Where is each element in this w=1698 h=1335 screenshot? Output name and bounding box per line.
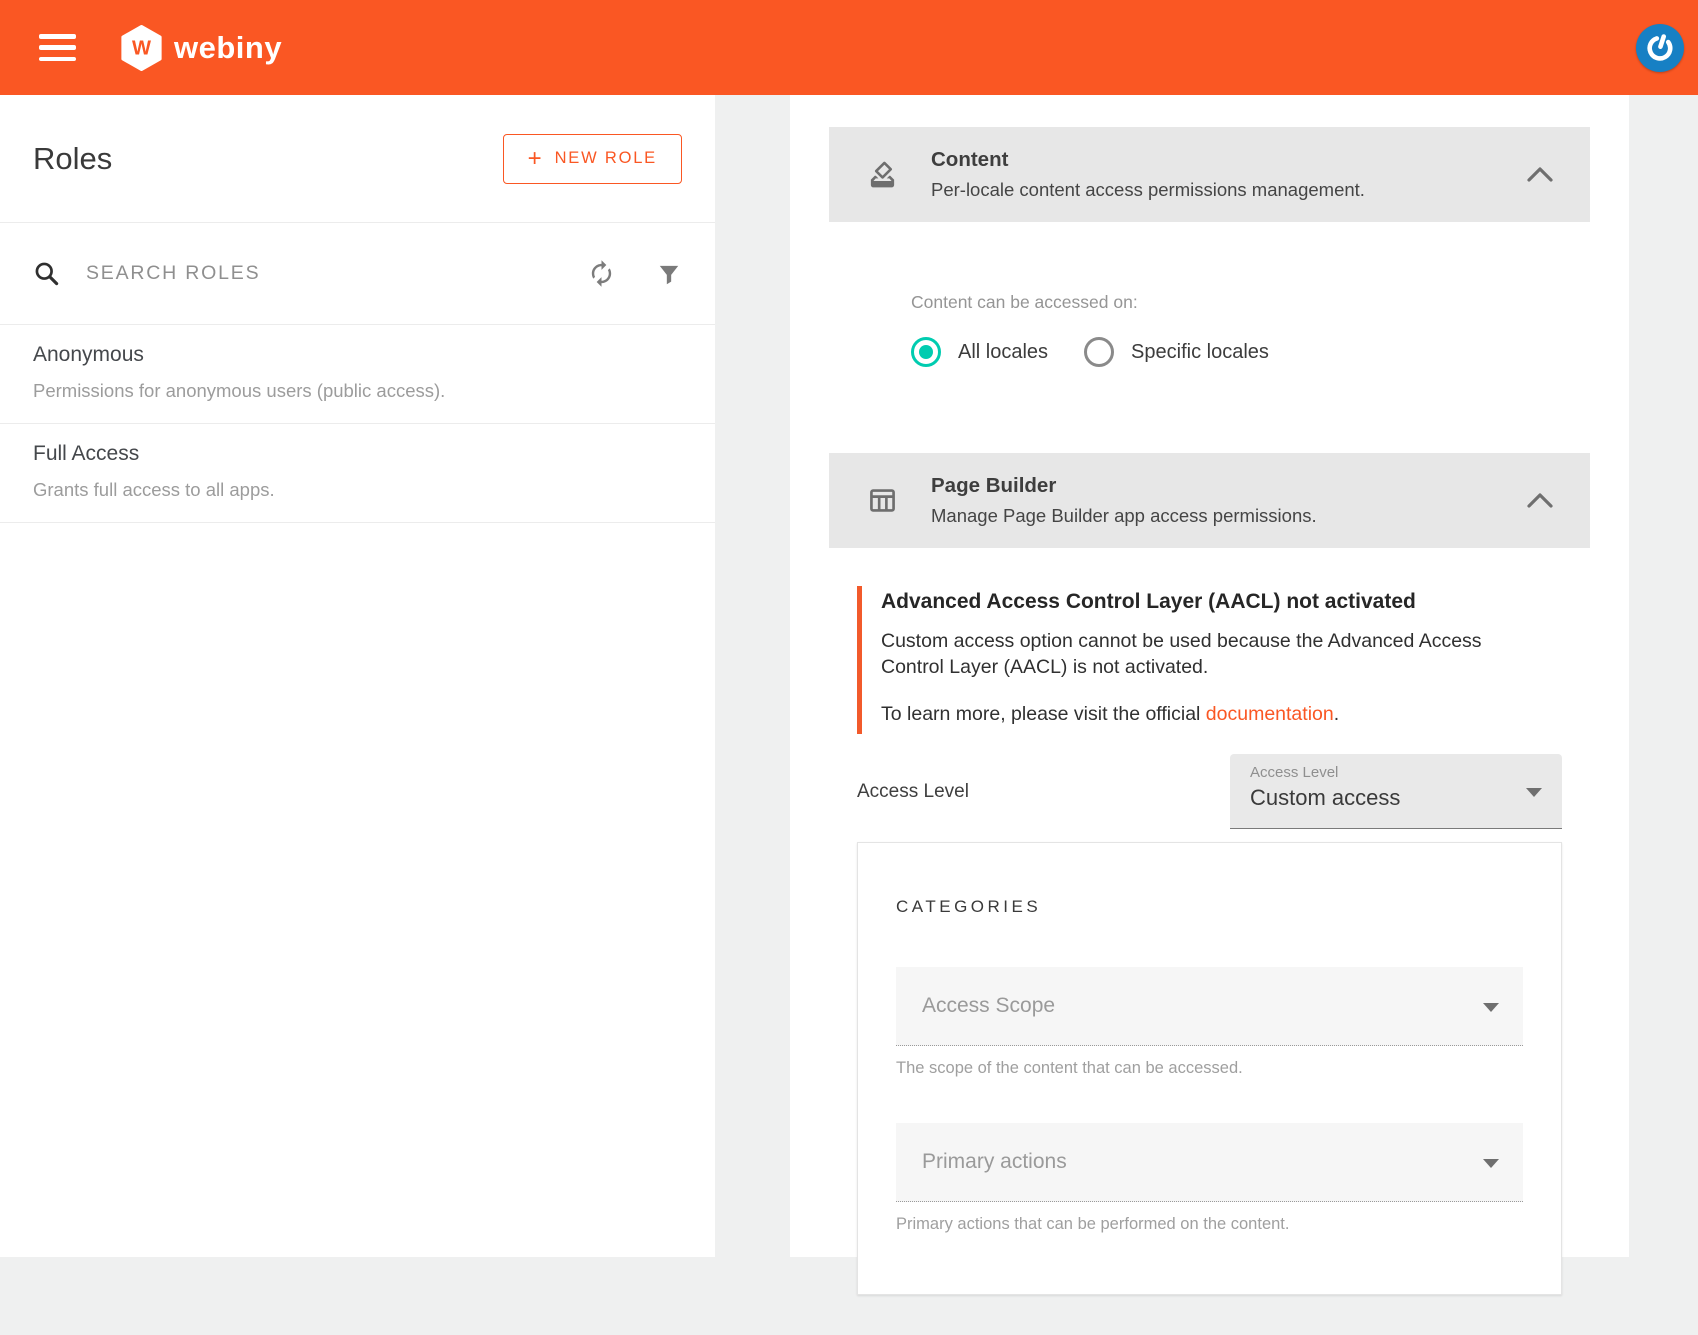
- power-icon: [1643, 31, 1677, 65]
- warning-title: Advanced Access Control Layer (AACL) not…: [881, 590, 1513, 614]
- select-value: Custom access: [1250, 785, 1542, 811]
- role-description: Grants full access to all apps.: [33, 479, 682, 501]
- role-name: Anonymous: [33, 343, 682, 367]
- primary-actions-field: Primary actions Primary actions that can…: [896, 1123, 1523, 1234]
- locale-access-question: Content can be accessed on:: [911, 292, 1508, 313]
- dropdown-arrow-icon: [1483, 1159, 1499, 1168]
- field-helper-text: The scope of the content that can be acc…: [896, 1059, 1523, 1078]
- page-builder-section-title: Page Builder: [931, 474, 1526, 498]
- warning-learn-more: To learn more, please visit the official…: [881, 703, 1513, 726]
- webiny-logo: W webiny: [120, 25, 282, 71]
- aacl-warning-callout: Advanced Access Control Layer (AACL) not…: [857, 586, 1513, 734]
- warning-body: Custom access option cannot be used beca…: [881, 629, 1521, 680]
- access-level-select[interactable]: Access Level Custom access: [1230, 754, 1562, 829]
- radio-label: All locales: [958, 341, 1048, 364]
- dropdown-arrow-icon: [1526, 788, 1542, 797]
- accordion-header-content[interactable]: Content Per-locale content access permis…: [829, 127, 1590, 222]
- access-scope-field: Access Scope The scope of the content th…: [896, 967, 1523, 1078]
- content-section-body: Content can be accessed on: All locales …: [829, 222, 1590, 453]
- hamburger-menu-icon[interactable]: [39, 34, 76, 61]
- ballot-box-icon: [867, 159, 898, 190]
- content-section-subtitle: Per-locale content access permissions ma…: [931, 179, 1526, 201]
- user-avatar[interactable]: [1636, 24, 1684, 72]
- role-list-item-full-access[interactable]: Full Access Grants full access to all ap…: [0, 424, 715, 523]
- chevron-up-icon: [1526, 166, 1554, 183]
- page-title: Roles: [33, 141, 112, 177]
- locale-radio-group: All locales Specific locales: [911, 337, 1508, 367]
- new-role-button-label: NEW ROLE: [555, 149, 657, 168]
- refresh-icon: [587, 259, 616, 288]
- new-role-button[interactable]: + NEW ROLE: [503, 134, 682, 184]
- dropdown-arrow-icon: [1483, 1003, 1499, 1012]
- role-description: Permissions for anonymous users (public …: [33, 380, 682, 402]
- learn-more-prefix: To learn more, please visit the official: [881, 703, 1206, 725]
- radio-unselected-icon: [1084, 337, 1114, 367]
- accordion-header-page-builder[interactable]: Page Builder Manage Page Builder app acc…: [829, 453, 1590, 548]
- page-builder-section-subtitle: Manage Page Builder app access permissio…: [931, 505, 1526, 527]
- filter-funnel-icon: [656, 261, 682, 287]
- access-level-row: Access Level Access Level Custom access: [857, 754, 1562, 829]
- roles-list-panel: Roles + NEW ROLE Anonymous Permissions f…: [0, 95, 715, 1257]
- content-section-title: Content: [931, 148, 1526, 172]
- role-permissions-panel: Content Per-locale content access permis…: [790, 95, 1629, 1257]
- categories-heading: CATEGORIES: [896, 897, 1523, 917]
- chevron-up-icon: [1526, 492, 1554, 509]
- categories-card: CATEGORIES Access Scope The scope of the…: [857, 842, 1562, 1295]
- field-helper-text: Primary actions that can be performed on…: [896, 1215, 1523, 1234]
- select-placeholder: Primary actions: [922, 1150, 1067, 1173]
- search-icon: [33, 260, 60, 287]
- page-builder-section-body: Advanced Access Control Layer (AACL) not…: [829, 548, 1590, 1335]
- brand-wordmark: webiny: [174, 30, 282, 66]
- select-placeholder: Access Scope: [922, 994, 1055, 1017]
- radio-label: Specific locales: [1131, 341, 1269, 364]
- radio-selected-icon: [911, 337, 941, 367]
- role-list-item-anonymous[interactable]: Anonymous Permissions for anonymous user…: [0, 325, 715, 424]
- access-scope-select[interactable]: Access Scope: [896, 967, 1523, 1046]
- search-input[interactable]: [86, 262, 587, 285]
- page-builder-icon: [867, 485, 898, 516]
- svg-text:W: W: [132, 37, 151, 59]
- app-header: W webiny: [0, 0, 1698, 95]
- plus-icon: +: [528, 147, 542, 171]
- access-level-label: Access Level: [857, 781, 969, 803]
- roles-search-bar: [0, 223, 715, 325]
- primary-actions-select[interactable]: Primary actions: [896, 1123, 1523, 1202]
- refresh-button[interactable]: [587, 259, 616, 288]
- documentation-link[interactable]: documentation: [1206, 703, 1334, 725]
- select-floating-label: Access Level: [1250, 764, 1542, 781]
- roles-panel-header: Roles + NEW ROLE: [0, 95, 715, 223]
- radio-all-locales[interactable]: All locales: [911, 337, 1048, 367]
- filter-button[interactable]: [656, 261, 682, 287]
- radio-specific-locales[interactable]: Specific locales: [1084, 337, 1269, 367]
- learn-more-suffix: .: [1334, 703, 1339, 725]
- role-name: Full Access: [33, 442, 682, 466]
- webiny-hexagon-icon: W: [120, 25, 163, 71]
